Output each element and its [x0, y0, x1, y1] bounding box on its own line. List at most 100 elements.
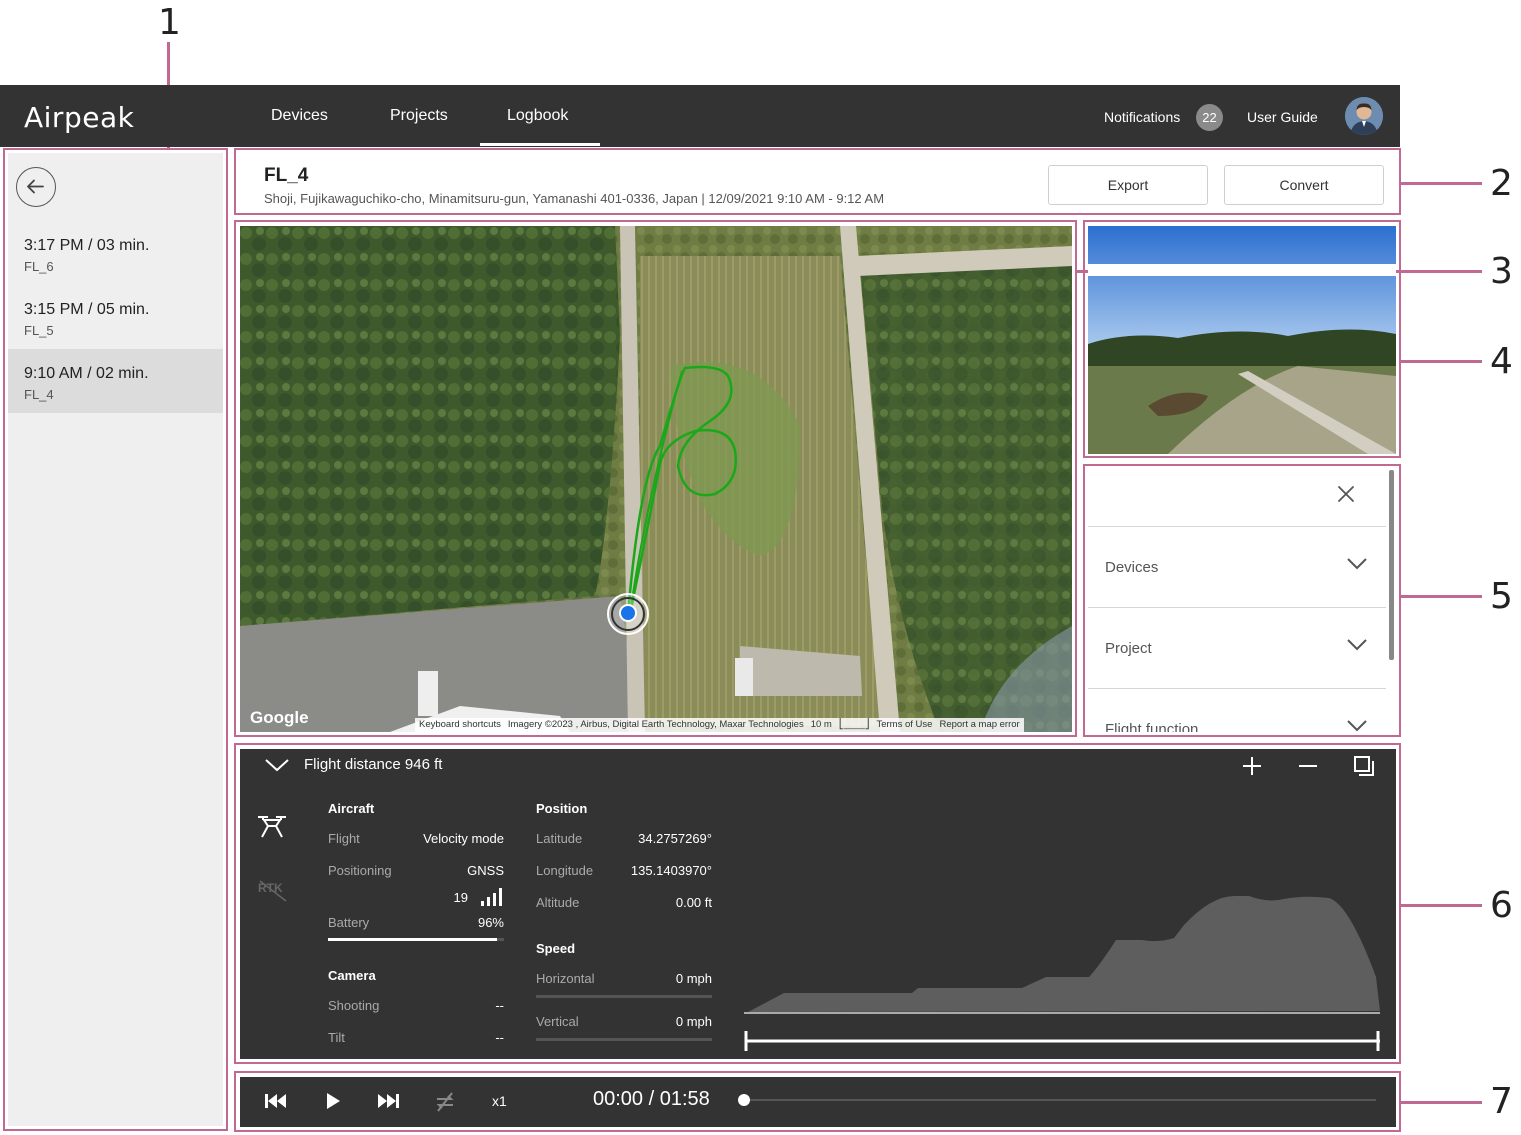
flight-mode-value: Velocity mode	[423, 831, 504, 846]
flight-list-sidebar: 3:17 PM / 03 min. FL_6 3:15 PM / 05 min.…	[8, 153, 223, 1126]
playback-scrubber[interactable]	[744, 1099, 1376, 1101]
aircraft-heading: Aircraft	[328, 801, 375, 816]
shooting-value: --	[495, 998, 504, 1013]
nav-projects[interactable]: Projects	[390, 107, 448, 125]
chevron-down-icon	[1347, 720, 1367, 732]
longitude-value: 135.1403970°	[630, 863, 712, 878]
horizontal-speed-bar	[536, 995, 712, 998]
battery-bar-fill	[328, 938, 497, 941]
flight-mode-label: Flight	[328, 831, 360, 846]
battery-label: Battery	[328, 915, 370, 930]
airpeak-logo[interactable]: Airpeak	[24, 101, 134, 134]
battery-value: 96%	[477, 915, 504, 930]
flight-time: 3:15 PM / 05 min.	[24, 301, 150, 318]
scrubber-handle[interactable]	[738, 1094, 750, 1106]
playback-controls: x1 00:00 / 01:58	[240, 1077, 1396, 1127]
filter-devices[interactable]: Devices	[1088, 526, 1386, 606]
filter-project[interactable]: Project	[1088, 607, 1386, 687]
playback-timecode: 00:00 / 01:58	[593, 1088, 710, 1110]
telemetry-panel: Flight distance 946 ft RTK Aircraft Flig…	[240, 749, 1396, 1059]
arrow-left-icon	[27, 179, 44, 194]
top-nav-bar: Airpeak Devices Projects Logbook Notific…	[0, 85, 1400, 147]
window-toggle-icon[interactable]	[1352, 754, 1376, 778]
aircraft-position-marker	[607, 593, 649, 635]
zoom-in-icon[interactable]	[1240, 754, 1264, 778]
flight-header: FL_4 Shoji, Fujikawaguchiko-cho, Minamit…	[240, 153, 1396, 211]
camera-heading: Camera	[328, 968, 376, 983]
report-error-link[interactable]: Report a map error	[939, 719, 1019, 731]
satellite-count: 19	[453, 890, 468, 905]
skip-forward-icon[interactable]	[376, 1091, 400, 1111]
callout-5: 5	[1490, 576, 1513, 617]
position-heading: Position	[536, 801, 588, 816]
callout-4: 4	[1490, 341, 1513, 382]
avatar[interactable]	[1345, 97, 1383, 135]
skip-back-icon[interactable]	[264, 1091, 288, 1111]
play-icon[interactable]	[324, 1091, 342, 1111]
export-button[interactable]: Export	[1048, 165, 1208, 205]
latitude-value: 34.2757269°	[638, 831, 712, 846]
keyboard-shortcuts-link[interactable]: Keyboard shortcuts	[419, 719, 501, 731]
battery-bar	[328, 938, 504, 941]
altitude-profile-chart	[744, 895, 1380, 1051]
flight-list-item[interactable]: 3:15 PM / 05 min. FL_5	[8, 285, 223, 349]
rtk-icon: RTK	[258, 879, 288, 903]
terms-link[interactable]: Terms of Use	[876, 719, 932, 731]
filter-scrollbar[interactable]	[1389, 470, 1394, 660]
flight-list-item[interactable]: 3:17 PM / 03 min. FL_6	[8, 221, 223, 285]
chevron-down-icon[interactable]	[264, 757, 290, 773]
flight-distance: Flight distance 946 ft	[304, 756, 443, 773]
map-scale-bar-icon: ⎣____⎦	[838, 719, 870, 730]
horizontal-speed-label: Horizontal	[536, 971, 595, 986]
flight-time: 3:17 PM / 03 min.	[24, 237, 150, 254]
flight-name: FL_5	[24, 323, 54, 338]
callout-6: 6	[1490, 885, 1513, 926]
callout-4-line	[1400, 360, 1482, 363]
chevron-down-icon	[1347, 639, 1367, 651]
user-guide-link[interactable]: User Guide	[1247, 109, 1318, 125]
flight-name: FL_4	[24, 387, 54, 402]
callout-6-line	[1400, 904, 1482, 907]
positioning-value: GNSS	[467, 863, 504, 878]
filter-label: Project	[1105, 640, 1152, 657]
playback-speed[interactable]: x1	[492, 1093, 507, 1109]
filter-label: Flight function	[1105, 721, 1199, 732]
notifications-link[interactable]: Notifications	[1104, 109, 1180, 125]
repeat-off-icon[interactable]	[433, 1091, 457, 1113]
flight-map[interactable]: Google Keyboard shortcuts Imagery ©2023 …	[240, 226, 1072, 732]
convert-button[interactable]: Convert	[1224, 165, 1384, 205]
camera-image	[1088, 226, 1396, 454]
close-icon	[1338, 486, 1354, 502]
flight-list-item-selected[interactable]: 9:10 AM / 02 min. FL_4	[8, 349, 223, 413]
nav-active-indicator	[480, 143, 600, 146]
signal-strength-icon	[481, 888, 502, 906]
callout-1: 1	[158, 2, 181, 43]
flight-location-and-time: Shoji, Fujikawaguchiko-cho, Minamitsuru-…	[264, 191, 885, 206]
imagery-credit: Imagery ©2023 , Airbus, Digital Earth Te…	[507, 719, 804, 730]
zoom-out-icon[interactable]	[1296, 754, 1320, 778]
speed-heading: Speed	[536, 941, 576, 956]
tilt-value: --	[495, 1030, 504, 1045]
altitude-value: 0.00 ft	[675, 895, 712, 910]
callout-7: 7	[1490, 1081, 1513, 1122]
longitude-label: Longitude	[536, 863, 594, 878]
filter-flight-function[interactable]: Flight function	[1088, 688, 1386, 732]
camera-view[interactable]	[1088, 226, 1396, 454]
notifications-count-badge[interactable]: 22	[1196, 104, 1223, 131]
google-logo: Google	[250, 708, 309, 727]
map-attribution: Keyboard shortcuts Imagery ©2023 , Airbu…	[415, 718, 1024, 732]
nav-logbook[interactable]: Logbook	[507, 107, 568, 125]
shooting-label: Shooting	[328, 998, 380, 1013]
back-button[interactable]	[16, 167, 56, 207]
vertical-speed-bar	[536, 1038, 712, 1041]
callout-7-line	[1400, 1101, 1482, 1104]
filter-label: Devices	[1105, 559, 1159, 576]
nav-devices[interactable]: Devices	[271, 107, 328, 125]
satellite-imagery	[240, 226, 1072, 732]
map-scale: 10 m	[810, 719, 832, 730]
horizontal-speed-value: 0 mph	[675, 971, 712, 986]
flight-time: 9:10 AM / 02 min.	[24, 365, 149, 382]
positioning-label: Positioning	[328, 863, 392, 878]
close-button[interactable]	[1336, 484, 1356, 504]
callout-2-line	[1400, 182, 1482, 185]
